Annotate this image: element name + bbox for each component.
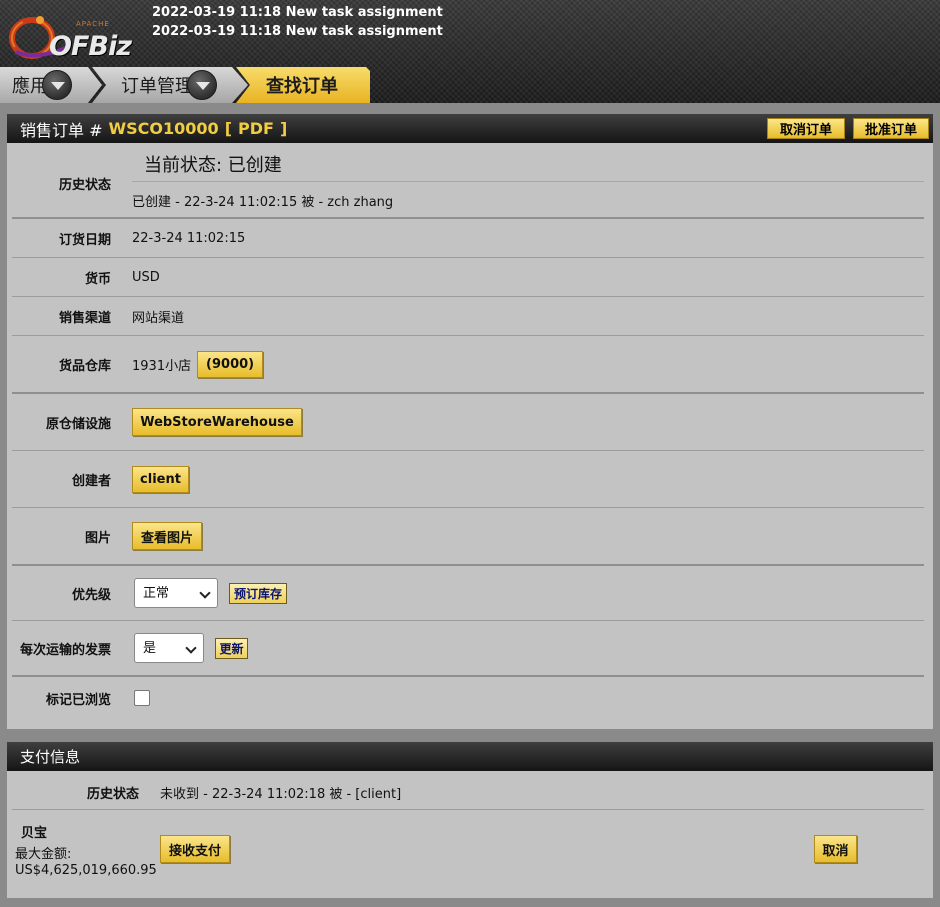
- product-store-button[interactable]: (9000): [197, 350, 264, 378]
- order-title-prefix: 销售订单 #: [20, 120, 103, 140]
- status-history-entry: 已创建 - 22-3-24 11:02:15 被 - zch zhang: [132, 195, 394, 210]
- order-detail-panel: 历史状态 当前状态: 已创建 已创建 - 22-3-24 11:02:15 被 …: [7, 143, 933, 729]
- priority-label: 优先级: [71, 587, 111, 603]
- tab-find-orders-label: 查找订单: [266, 76, 338, 97]
- ofbiz-logo[interactable]: APACHE OFBiz: [6, 8, 134, 62]
- origin-facility-label: 原仓储设施: [45, 416, 111, 432]
- payment-history-label: 历史状态: [87, 787, 140, 802]
- payment-method-name: 贝宝: [21, 826, 48, 841]
- max-amount-label: 最大金额:: [15, 847, 72, 862]
- payment-history-entry: 未收到 - 22-3-24 11:02:18 被 - [client]: [160, 787, 402, 802]
- tab-find-orders[interactable]: 查找订单: [236, 67, 370, 103]
- currency-row: 货币 USD: [7, 258, 933, 296]
- creator-button[interactable]: client: [132, 465, 189, 493]
- order-id: WSCO10000: [108, 119, 219, 138]
- cancel-order-button[interactable]: 取消订单: [767, 118, 845, 139]
- product-store-row: 货品仓库 1931小店 (9000): [7, 336, 933, 392]
- product-store-label: 货品仓库: [58, 358, 111, 374]
- image-label: 图片: [84, 530, 111, 546]
- currency-value: USD: [132, 269, 160, 285]
- bracket-close: ]: [279, 119, 288, 138]
- sales-channel-label: 销售渠道: [58, 310, 111, 326]
- priority-row: 优先级 正常 预订库存: [7, 566, 933, 620]
- current-status: 当前状态: 已创建: [144, 155, 282, 176]
- bracket-open: [: [224, 119, 232, 138]
- receive-payment-button[interactable]: 接收支付: [160, 835, 230, 863]
- max-amount-value: US$4,625,019,660.95: [15, 863, 157, 878]
- creator-label: 创建者: [71, 473, 111, 489]
- status-history-label: 历史状态: [58, 177, 111, 193]
- payment-panel: 历史状态 未收到 - 22-3-24 11:02:18 被 - [client]…: [7, 771, 933, 898]
- logo-text: OFBiz: [49, 31, 132, 62]
- mark-viewed-checkbox[interactable]: [134, 690, 150, 706]
- dropdown-arrow-icon[interactable]: [42, 70, 72, 100]
- invoice-per-shipment-select[interactable]: 是: [134, 633, 204, 663]
- creator-row: 创建者 client: [7, 451, 933, 507]
- order-header-bar: 销售订单 # WSCO10000 [ PDF ] 取消订单 批准订单: [7, 114, 933, 143]
- notification-item[interactable]: 2022-03-19 11:18 New task assignment: [152, 22, 443, 41]
- app-header: APACHE OFBiz 2022-03-19 11:18 New task a…: [0, 0, 940, 103]
- product-store-name: 1931小店: [132, 358, 192, 374]
- order-date-row: 订货日期 22-3-24 11:02:15: [7, 219, 933, 257]
- sales-channel-value: 网站渠道: [132, 310, 185, 326]
- invoice-per-shipment-label: 每次运输的发票: [19, 642, 111, 658]
- view-image-button[interactable]: 查看图片: [132, 522, 202, 550]
- image-row: 图片 查看图片: [7, 508, 933, 564]
- mark-viewed-label: 标记已浏览: [45, 692, 111, 708]
- reserve-inventory-button[interactable]: 预订库存: [229, 582, 287, 604]
- notification-item[interactable]: 2022-03-19 11:18 New task assignment: [152, 3, 443, 22]
- sales-channel-row: 销售渠道 网站渠道: [7, 297, 933, 335]
- update-button[interactable]: 更新: [215, 637, 248, 659]
- order-date-label: 订货日期: [58, 232, 111, 248]
- nav-tabs: 應用 订单管理 查找订单: [0, 67, 940, 103]
- cancel-payment-button[interactable]: 取消: [814, 835, 857, 863]
- origin-facility-row: 原仓储设施 WebStoreWarehouse: [7, 394, 933, 450]
- approve-order-button[interactable]: 批准订单: [853, 118, 929, 139]
- tab-order-manager[interactable]: 订单管理: [92, 67, 248, 103]
- payment-header-bar: 支付信息: [7, 742, 933, 771]
- tab-order-manager-label: 订单管理: [121, 76, 193, 97]
- dropdown-arrow-icon[interactable]: [187, 70, 217, 100]
- priority-select[interactable]: 正常: [134, 578, 218, 608]
- notification-list: 2022-03-19 11:18 New task assignment 202…: [152, 3, 443, 41]
- pdf-link[interactable]: PDF: [238, 119, 274, 138]
- order-date-value: 22-3-24 11:02:15: [132, 230, 246, 246]
- invoice-per-shipment-row: 每次运输的发票 是 更新: [7, 621, 933, 675]
- origin-facility-button[interactable]: WebStoreWarehouse: [132, 408, 302, 436]
- payment-title: 支付信息: [20, 748, 81, 766]
- currency-label: 货币: [84, 271, 111, 287]
- mark-viewed-row: 标记已浏览: [7, 677, 933, 719]
- logo-subtext: APACHE: [76, 20, 110, 28]
